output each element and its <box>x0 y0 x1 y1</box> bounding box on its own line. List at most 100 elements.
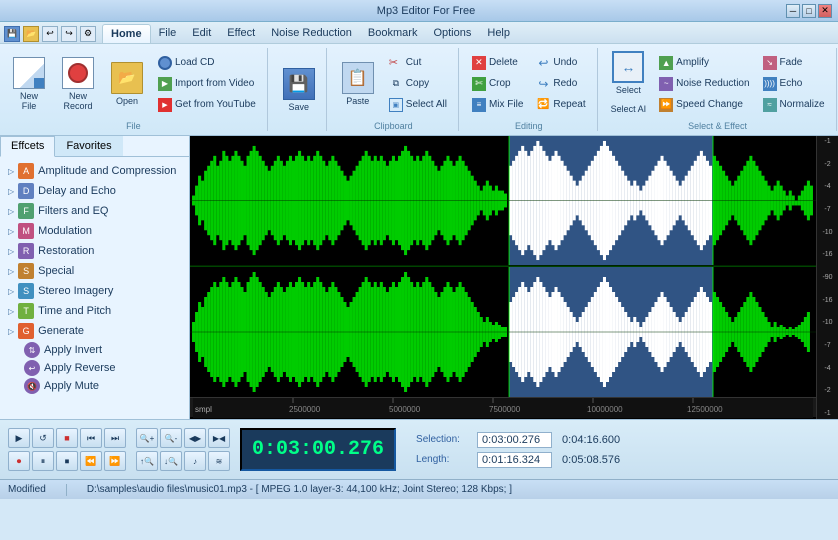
waveform-area[interactable]: smpl 2500000 5000000 7500000 10000000 12… <box>190 136 838 419</box>
undo-quick-icon[interactable]: ↩ <box>42 26 58 42</box>
item-apply-reverse[interactable]: ↩ Apply Reverse <box>0 359 189 377</box>
load-cd-button[interactable]: Load CD <box>153 53 261 73</box>
status-bar: Modified D:\samples\audio files\music01.… <box>0 479 838 499</box>
play-button[interactable]: ▶ <box>8 428 30 448</box>
video-icon: ▶ <box>158 77 172 91</box>
delete-icon: ✕ <box>472 56 486 70</box>
stop-button[interactable]: ■ <box>56 428 78 448</box>
svg-text:7500000: 7500000 <box>489 405 521 414</box>
mute-icon: 🔇 <box>24 378 40 394</box>
fade-button[interactable]: ↘ Fade <box>758 53 830 73</box>
waveform-track-bottom[interactable] <box>190 267 816 397</box>
select-all-button[interactable]: ▣ Select All <box>384 95 452 115</box>
menu-file[interactable]: File <box>151 24 185 43</box>
category-delay[interactable]: ▷ D Delay and Echo <box>0 181 189 201</box>
noise-reduction-button[interactable]: ~ Noise Reduction <box>654 74 754 94</box>
menu-help[interactable]: Help <box>479 24 518 43</box>
expand-amplitude-icon: ▷ <box>8 167 14 176</box>
rew-button[interactable]: ⏪ <box>80 451 102 471</box>
cut-button[interactable]: ✂ Cut <box>384 53 452 73</box>
selection-label: Selection: <box>416 434 471 445</box>
amplify-button[interactable]: ▲ Amplify <box>654 53 754 73</box>
toolbar: 💾 📂 ↩ ↪ ⚙ Home File Edit Effect Noise Re… <box>0 22 838 136</box>
redo-quick-icon[interactable]: ↪ <box>61 26 77 42</box>
close-button[interactable]: ✕ <box>818 4 832 18</box>
next-button[interactable]: ⏭ <box>104 428 126 448</box>
minimize-button[interactable]: ─ <box>786 4 800 18</box>
import-video-button[interactable]: ▶ Import from Video <box>153 74 261 94</box>
item-apply-mute[interactable]: 🔇 Apply Mute <box>0 377 189 395</box>
category-generate[interactable]: ▷ G Generate <box>0 321 189 341</box>
category-special[interactable]: ▷ S Special <box>0 261 189 281</box>
category-filters[interactable]: ▷ F Filters and EQ <box>0 201 189 221</box>
expand-modulation-icon: ▷ <box>8 227 14 236</box>
loop-button[interactable]: ↺ <box>32 428 54 448</box>
category-restoration[interactable]: ▷ R Restoration <box>0 241 189 261</box>
crop-button[interactable]: ✄ Crop <box>467 74 528 94</box>
echo-button[interactable]: )))) Echo <box>758 74 830 94</box>
menu-noise-reduction[interactable]: Noise Reduction <box>263 24 360 43</box>
menu-edit[interactable]: Edit <box>184 24 219 43</box>
spectrum-button[interactable]: ≋ <box>208 451 230 471</box>
category-stereo[interactable]: ▷ S Stereo Imagery <box>0 281 189 301</box>
expand-restoration-icon: ▷ <box>8 247 14 256</box>
select-button[interactable]: ↔ Select <box>608 48 648 98</box>
menu-bookmark[interactable]: Bookmark <box>360 24 426 43</box>
save-button[interactable]: 💾 Save <box>276 63 322 117</box>
open-button[interactable]: 📂 Open <box>104 57 150 111</box>
zoom-in-button[interactable]: 🔍+ <box>136 428 158 448</box>
quick-save-icon[interactable]: 💾 <box>4 26 20 42</box>
category-amplitude[interactable]: ▷ A Amplitude and Compression <box>0 161 189 181</box>
menu-bar: 💾 📂 ↩ ↪ ⚙ Home File Edit Effect Noise Re… <box>0 22 838 44</box>
speed-change-button[interactable]: ⏩ Speed Change <box>654 95 754 115</box>
maximize-button[interactable]: □ <box>802 4 816 18</box>
ff-button[interactable]: ⏩ <box>104 451 126 471</box>
tab-effects[interactable]: Effcets <box>0 136 55 157</box>
status-modified: Modified <box>8 484 46 495</box>
waveform-svg-bottom <box>190 267 816 397</box>
new-record-button[interactable]: NewRecord <box>55 52 101 116</box>
item-apply-invert[interactable]: ⇅ Apply Invert <box>0 341 189 359</box>
svg-text:2500000: 2500000 <box>289 405 321 414</box>
quick-open-icon[interactable]: 📂 <box>23 26 39 42</box>
record-button[interactable]: ⏺ <box>8 451 30 471</box>
normalize-button[interactable]: ≈ Normalize <box>758 95 830 115</box>
undo-button[interactable]: ↩ Undo <box>531 53 590 73</box>
repeat-button[interactable]: 🔁 Repeat <box>531 95 590 115</box>
category-modulation[interactable]: ▷ M Modulation <box>0 221 189 241</box>
config-icon[interactable]: ⚙ <box>80 26 96 42</box>
zoom-v-in-button[interactable]: ↑🔍 <box>136 451 158 471</box>
crop-icon: ✄ <box>472 77 486 91</box>
stop2-button[interactable]: ⏹ <box>56 451 78 471</box>
waveform-track-top[interactable] <box>190 136 816 266</box>
menu-options[interactable]: Options <box>425 24 479 43</box>
zoom-out-button[interactable]: 🔍- <box>160 428 182 448</box>
zoom-fit-button[interactable]: ◀▶ <box>184 428 206 448</box>
pause-button[interactable]: ⏸ <box>32 451 54 471</box>
tab-favorites[interactable]: Favorites <box>55 136 122 156</box>
svg-text:smpl: smpl <box>195 405 212 414</box>
zoom-row2: ↑🔍 ↓🔍 ♪ ≋ <box>136 451 230 471</box>
selection-value-input[interactable] <box>477 432 552 448</box>
paste-button[interactable]: 📋 Paste <box>335 57 381 111</box>
open-icon: 📂 <box>111 62 143 94</box>
delete-button[interactable]: ✕ Delete <box>467 53 528 73</box>
expand-stereo-icon: ▷ <box>8 287 14 296</box>
audio-info-button[interactable]: ♪ <box>184 451 206 471</box>
select-ai-button[interactable]: Select AI <box>606 99 652 119</box>
special-icon: S <box>18 263 34 279</box>
effects-list: ▷ A Amplitude and Compression ▷ D Delay … <box>0 157 189 419</box>
zoom-sel-button[interactable]: ▶◀ <box>208 428 230 448</box>
category-time-pitch[interactable]: ▷ T Time and Pitch <box>0 301 189 321</box>
invert-icon: ⇅ <box>24 342 40 358</box>
get-youtube-button[interactable]: ▶ Get from YouTube <box>153 95 261 115</box>
copy-button[interactable]: ⧉ Copy <box>384 74 452 94</box>
mix-file-button[interactable]: ≡ Mix File <box>467 95 528 115</box>
menu-effect[interactable]: Effect <box>219 24 263 43</box>
redo-button[interactable]: ↪ Redo <box>531 74 590 94</box>
new-file-button[interactable]: NewFile <box>6 52 52 116</box>
prev-button[interactable]: ⏮ <box>80 428 102 448</box>
zoom-v-out-button[interactable]: ↓🔍 <box>160 451 182 471</box>
menu-home[interactable]: Home <box>102 24 151 43</box>
expand-generate-icon: ▷ <box>8 327 14 336</box>
